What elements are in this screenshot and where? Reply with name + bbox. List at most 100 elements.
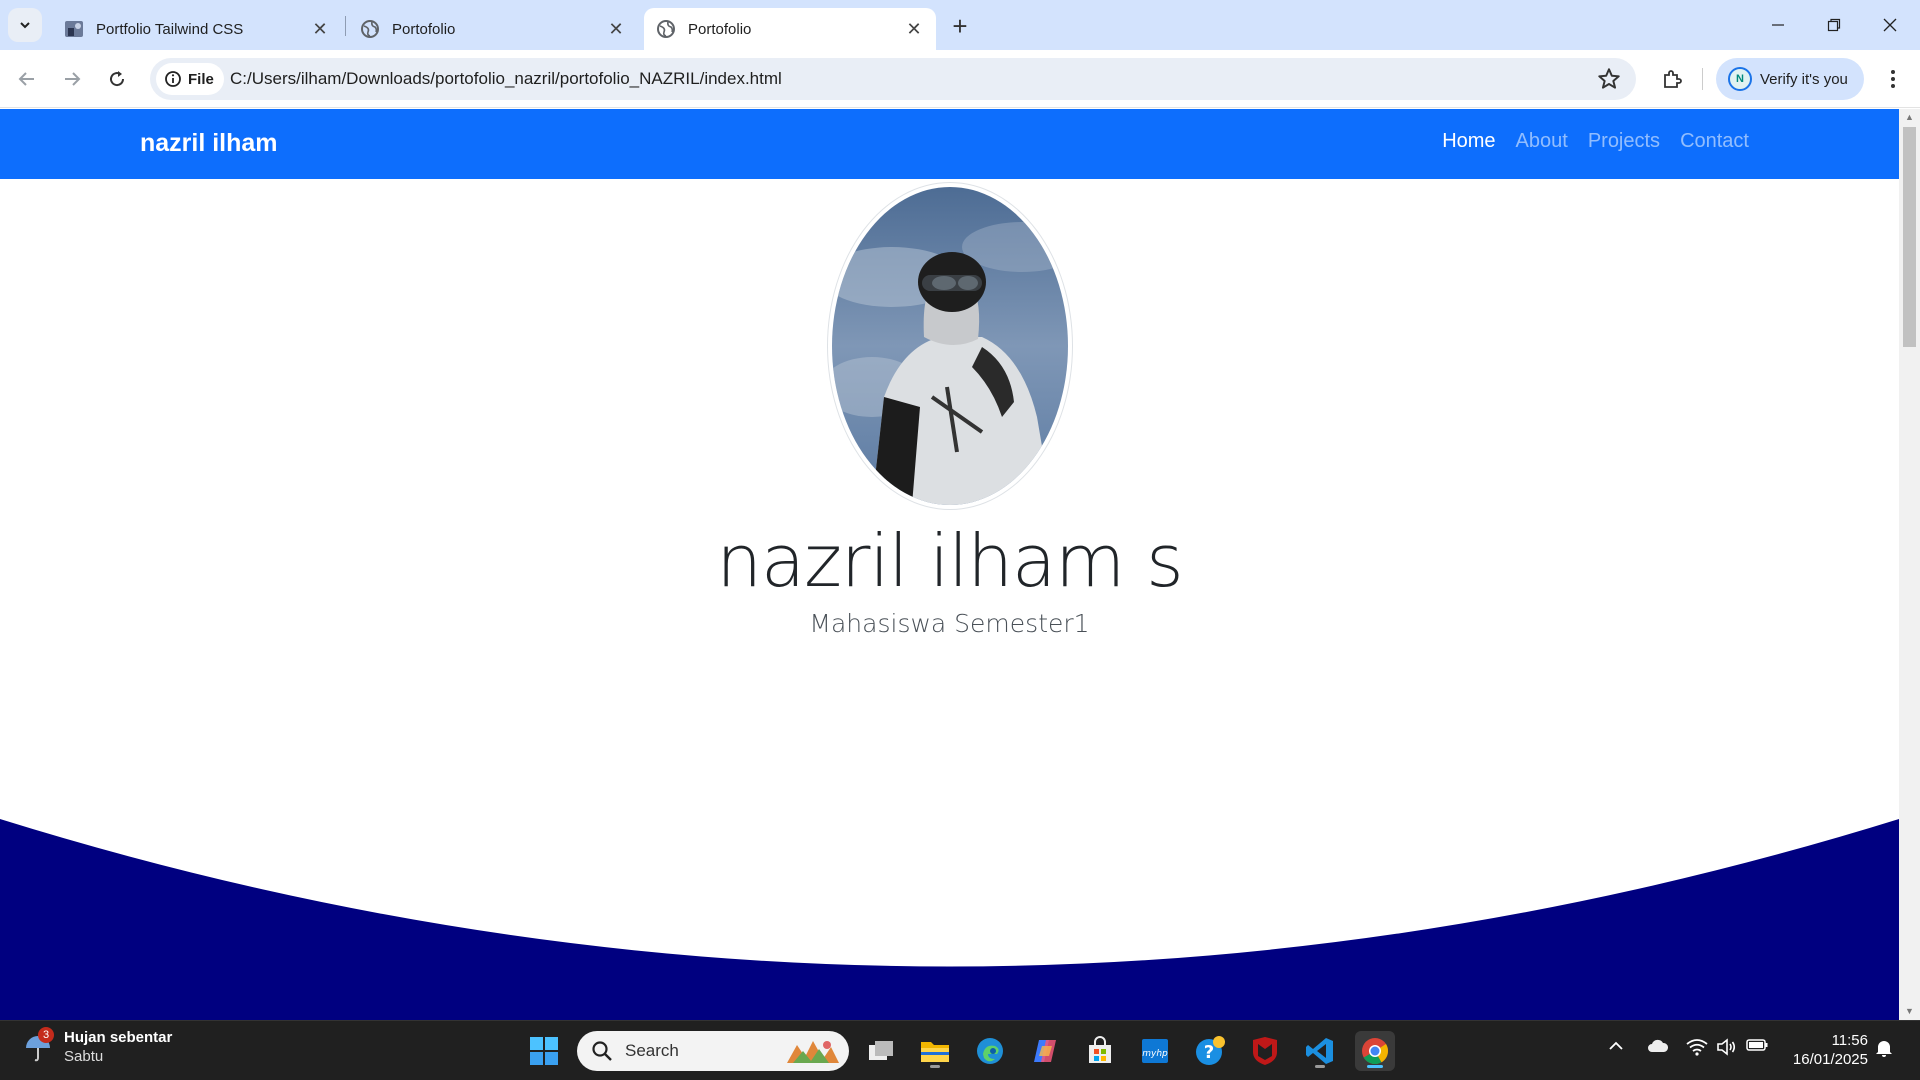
notifications-button[interactable] <box>1875 1038 1893 1063</box>
edge-button[interactable] <box>970 1031 1010 1071</box>
running-indicator <box>930 1065 940 1068</box>
nav-projects[interactable]: Projects <box>1588 130 1660 153</box>
close-icon <box>1883 18 1897 32</box>
bookmark-star-icon[interactable] <box>1596 66 1622 92</box>
nav-contact[interactable]: Contact <box>1680 130 1749 153</box>
start-button[interactable] <box>524 1031 564 1071</box>
tab-divider <box>345 16 346 36</box>
minimize-button[interactable] <box>1750 0 1806 50</box>
weather-title: Hujan sebentar <box>64 1029 173 1046</box>
file-explorer-button[interactable] <box>915 1031 955 1071</box>
vscode-button[interactable] <box>1300 1031 1340 1071</box>
battery-button[interactable] <box>1746 1038 1768 1057</box>
info-icon <box>165 71 181 87</box>
site-info-chip[interactable]: File <box>156 63 224 95</box>
search-highlight-icon <box>787 1041 839 1063</box>
hero-name: nazril ilham s <box>716 519 1183 603</box>
image-favicon-icon <box>65 21 83 37</box>
back-button[interactable] <box>10 62 44 96</box>
restore-button[interactable] <box>1806 0 1862 50</box>
tab-search-button[interactable] <box>8 8 42 42</box>
running-indicator <box>1315 1065 1325 1068</box>
ms-store-icon <box>1089 1036 1111 1063</box>
arrow-right-icon <box>65 72 81 86</box>
window-close-button[interactable] <box>1862 0 1918 50</box>
verify-profile-button[interactable]: N Verify it's you <box>1716 58 1864 100</box>
mcafee-shield-icon <box>1253 1037 1277 1065</box>
restore-icon <box>1827 18 1841 32</box>
mcafee-button[interactable] <box>1245 1031 1285 1071</box>
wifi-icon <box>1686 1039 1708 1056</box>
toolbar-divider <box>1702 68 1703 90</box>
arrow-left-icon <box>18 72 34 86</box>
myhp-button[interactable]: myhp <box>1135 1031 1175 1071</box>
show-hidden-icons-button[interactable] <box>1608 1038 1624 1059</box>
task-view-icon <box>869 1041 893 1060</box>
chrome-menu-button[interactable] <box>1876 62 1910 96</box>
more-vertical-icon <box>1891 70 1895 88</box>
site-navbar: nazril ilham Home About Projects Contact <box>0 109 1899 179</box>
scrollbar-thumb[interactable] <box>1903 127 1916 347</box>
minimize-icon <box>1772 24 1784 26</box>
svg-text:myhp: myhp <box>1142 1049 1168 1059</box>
profile-photo-image <box>832 187 1068 505</box>
url-text[interactable]: C:/Users/ilham/Downloads/portofolio_nazr… <box>230 69 782 89</box>
copilot-button[interactable] <box>1025 1031 1065 1071</box>
page-scrollbar[interactable]: ▲ ▼ <box>1899 109 1920 1020</box>
vscode-icon <box>1306 1038 1333 1064</box>
browser-toolbar: File C:/Users/ilham/Downloads/portofolio… <box>0 50 1920 108</box>
close-icon[interactable]: ✕ <box>604 17 628 41</box>
scroll-up-icon[interactable]: ▲ <box>1904 112 1915 123</box>
reload-icon <box>110 71 125 87</box>
task-view-button[interactable] <box>861 1031 901 1071</box>
avatar: N <box>1728 67 1752 91</box>
nav-home[interactable]: Home <box>1442 130 1495 153</box>
scroll-down-icon[interactable]: ▼ <box>1904 1006 1915 1017</box>
weather-badge: 3 <box>38 1027 54 1043</box>
wifi-button[interactable] <box>1686 1038 1708 1061</box>
globe-icon <box>657 20 675 38</box>
copilot-icon <box>1034 1040 1056 1062</box>
page-viewport: nazril ilham Home About Projects Contact <box>0 109 1899 1020</box>
onedrive-button[interactable] <box>1647 1038 1669 1059</box>
forward-button[interactable] <box>55 62 89 96</box>
chrome-button[interactable] <box>1355 1031 1395 1071</box>
tab-portofolio-active[interactable]: Portofolio ✕ <box>644 8 936 50</box>
close-icon[interactable]: ✕ <box>902 17 926 41</box>
hp-support-icon: ? <box>1196 1036 1225 1065</box>
myhp-icon: myhp <box>1142 1039 1168 1063</box>
tab-title: Portofolio <box>688 20 752 38</box>
cloud-icon <box>1648 1039 1669 1052</box>
tab-portofolio-1[interactable]: Portofolio ✕ <box>348 8 638 50</box>
verify-label: Verify it's you <box>1760 70 1848 88</box>
speaker-icon <box>1717 1038 1736 1056</box>
reload-button[interactable] <box>100 62 134 96</box>
search-icon <box>592 1041 612 1061</box>
nav-about[interactable]: About <box>1516 130 1568 153</box>
profile-photo <box>827 182 1073 510</box>
address-bar[interactable]: File C:/Users/ilham/Downloads/portofolio… <box>150 58 1636 100</box>
hero-subtitle: Mahasiswa Semester1 <box>809 609 1090 638</box>
battery-icon <box>1746 1039 1768 1051</box>
globe-icon <box>361 20 379 38</box>
puzzle-icon <box>1664 70 1682 88</box>
extensions-button[interactable] <box>1655 62 1689 96</box>
edge-icon <box>977 1038 1003 1064</box>
windows-logo-icon <box>530 1037 558 1065</box>
site-brand[interactable]: nazril ilham <box>140 129 278 158</box>
chevron-up-icon <box>1609 1041 1623 1050</box>
weather-widget[interactable]: 3 Hujan sebentar Sabtu <box>22 1027 173 1065</box>
hp-support-button[interactable]: ? <box>1190 1031 1230 1071</box>
new-tab-button[interactable]: + <box>946 11 974 41</box>
clock-time: 11:56 <box>1831 1032 1868 1049</box>
tab-portfolio-tailwind[interactable]: Portfolio Tailwind CSS ✕ <box>52 8 342 50</box>
bell-icon <box>1876 1041 1892 1057</box>
tab-title: Portofolio <box>392 20 456 38</box>
system-clock[interactable]: 11:56 16/01/2025 <box>1784 1031 1868 1069</box>
close-icon[interactable]: ✕ <box>308 17 332 41</box>
active-indicator <box>1367 1065 1383 1068</box>
chevron-down-icon <box>20 22 30 29</box>
taskbar-search[interactable]: Search <box>577 1031 849 1071</box>
volume-button[interactable] <box>1716 1038 1736 1061</box>
ms-store-button[interactable] <box>1080 1031 1120 1071</box>
